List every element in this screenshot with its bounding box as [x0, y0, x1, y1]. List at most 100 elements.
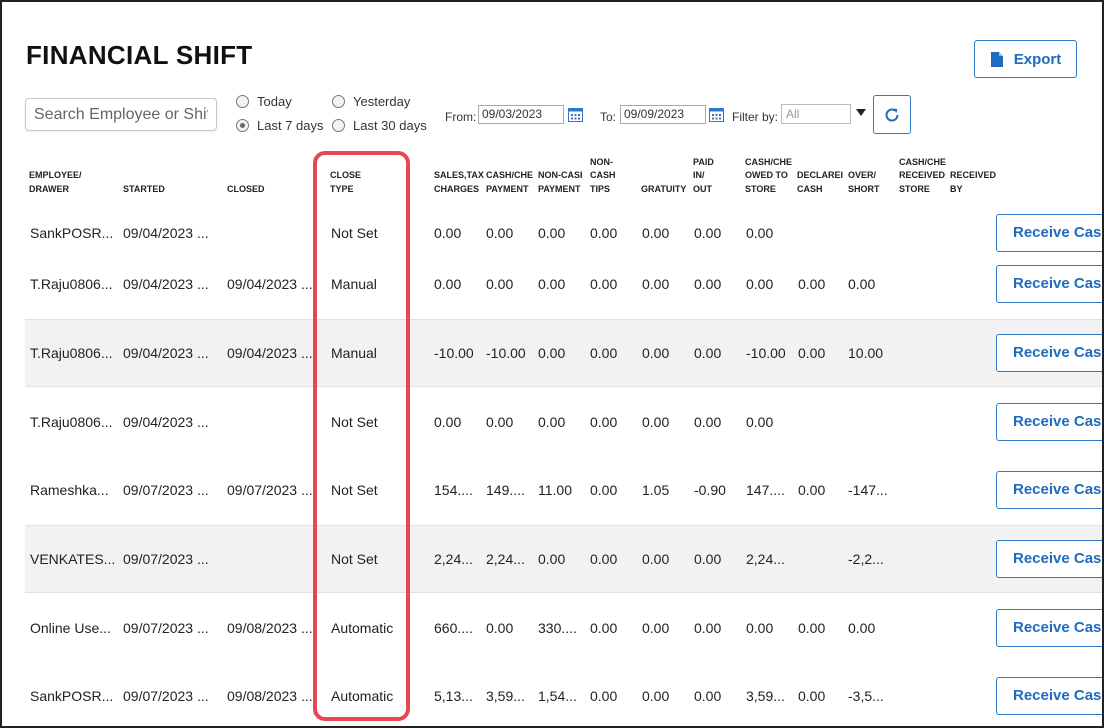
export-button[interactable]: Export — [974, 40, 1077, 78]
receive-cash-button[interactable]: Receive Cash — [996, 609, 1102, 647]
cell-noncash-payment: 0.00 — [538, 414, 566, 430]
file-icon — [990, 51, 1003, 67]
cell-noncash-payment: 0.00 — [538, 551, 566, 567]
column-header: RECEIVED BY — [950, 169, 1000, 196]
cell-paid-inout: -0.90 — [694, 482, 726, 498]
receive-cash-button[interactable]: Receive Cash — [996, 471, 1102, 509]
cell-noncash-payment: 330.... — [538, 620, 577, 636]
cell-cash-owed: 0.00 — [746, 414, 774, 430]
cell-started: 09/04/2023 ... — [123, 414, 209, 430]
cell-cash-payment: 2,24... — [486, 551, 525, 567]
column-header-line: BY — [950, 183, 963, 194]
filter-select[interactable]: All — [781, 104, 851, 124]
cell-close-type: Not Set — [331, 482, 378, 498]
cell-paid-inout: 0.00 — [694, 225, 722, 241]
column-header: DECLAREI CASH — [797, 169, 847, 196]
cell-started: 09/04/2023 ... — [123, 225, 209, 241]
radio-yesterday[interactable]: Yesterday — [332, 94, 410, 109]
column-header: NON-CASI PAYMENT — [538, 169, 589, 196]
cell-closed: 09/04/2023 ... — [227, 345, 313, 361]
column-header: PAID IN/OUT — [693, 156, 744, 197]
calendar-icon[interactable] — [709, 107, 724, 122]
column-header-line: PAYMENT — [538, 183, 581, 194]
cell-close-type: Manual — [331, 276, 377, 292]
receive-cash-button[interactable]: Receive Cash — [996, 403, 1102, 441]
cell-paid-inout: 0.00 — [694, 414, 722, 430]
cell-paid-inout: 0.00 — [694, 345, 722, 361]
refresh-icon — [885, 108, 899, 121]
cell-sales: 0.00 — [434, 276, 462, 292]
column-header-line: GRATUITY — [641, 183, 687, 194]
cell-cash-payment: 0.00 — [486, 620, 514, 636]
receive-cash-button[interactable]: Receive Cash — [996, 334, 1102, 372]
filter-by-label: Filter by: — [732, 110, 779, 124]
cell-close-type: Not Set — [331, 225, 378, 241]
column-header-line: NON- — [590, 156, 613, 167]
column-header-line: STARTED — [123, 183, 165, 194]
cell-started: 09/04/2023 ... — [123, 345, 209, 361]
cell-started: 09/07/2023 ... — [123, 688, 209, 704]
cell-gratuity: 0.00 — [642, 620, 670, 636]
cell-noncash-tips: 0.00 — [590, 688, 618, 704]
cell-employee: T.Raju0806... — [30, 276, 113, 292]
radio-last-30-days[interactable]: Last 30 days — [332, 118, 427, 133]
cell-started: 09/04/2023 ... — [123, 276, 209, 292]
cell-close-type: Manual — [331, 345, 377, 361]
column-header: EMPLOYEE/DRAWER — [29, 169, 119, 196]
cell-declared: 0.00 — [798, 688, 826, 704]
column-header-line: EMPLOYEE/ — [29, 170, 82, 180]
cell-noncash-tips: 0.00 — [590, 551, 618, 567]
from-date-input[interactable]: 09/03/2023 — [478, 105, 564, 124]
cell-employee: VENKATES... — [30, 551, 116, 567]
cell-gratuity: 0.00 — [642, 225, 670, 241]
to-label: To: — [600, 110, 617, 124]
cell-closed: 09/04/2023 ... — [227, 276, 313, 292]
column-header-line: RECEIVED — [899, 170, 946, 180]
cell-cash-owed: 0.00 — [746, 276, 774, 292]
cell-sales: 2,24... — [434, 551, 473, 567]
column-header-line: CASH/CHE — [899, 156, 947, 167]
column-header: CLOSED — [227, 183, 327, 197]
to-date-input[interactable]: 09/09/2023 — [620, 105, 706, 124]
receive-cash-button[interactable]: Receive Cash — [996, 265, 1102, 303]
column-header-line: IN/ — [693, 170, 705, 180]
cell-paid-inout: 0.00 — [694, 620, 722, 636]
radio-label: Last 7 days — [257, 118, 324, 133]
calendar-icon[interactable] — [568, 107, 583, 122]
chevron-down-icon[interactable] — [856, 109, 866, 116]
column-header-line: CLOSE — [330, 170, 362, 180]
radio-last-7-days[interactable]: Last 7 days — [236, 118, 324, 133]
cell-over-short: 0.00 — [848, 276, 876, 292]
column-header: STARTED — [123, 183, 223, 197]
column-header: CASH/CHE PAYMENT — [486, 169, 537, 196]
cell-declared: 0.00 — [798, 620, 826, 636]
cell-noncash-tips: 0.00 — [590, 276, 618, 292]
cell-cash-payment: 3,59... — [486, 688, 525, 704]
cell-close-type: Not Set — [331, 551, 378, 567]
cell-paid-inout: 0.00 — [694, 551, 722, 567]
cell-employee: T.Raju0806... — [30, 345, 113, 361]
cell-sales: 0.00 — [434, 414, 462, 430]
column-header-line: TIPS — [590, 183, 611, 194]
cell-close-type: Not Set — [331, 414, 378, 430]
radio-today[interactable]: Today — [236, 94, 292, 109]
column-header-line: OWED TO — [745, 170, 788, 180]
column-header-line: SHORT — [848, 183, 880, 194]
refresh-button[interactable] — [873, 95, 911, 134]
cell-declared: 0.00 — [798, 345, 826, 361]
receive-cash-button[interactable]: Receive Cash — [996, 540, 1102, 578]
search-input[interactable] — [25, 98, 217, 131]
cell-noncash-tips: 0.00 — [590, 482, 618, 498]
column-header-line: PAYMENT — [486, 183, 529, 194]
cell-employee: T.Raju0806... — [30, 414, 113, 430]
cell-gratuity: 0.00 — [642, 688, 670, 704]
cell-sales: 0.00 — [434, 225, 462, 241]
receive-cash-button[interactable]: Receive Cash — [996, 677, 1102, 715]
column-header: CLOSE TYPE — [330, 169, 420, 196]
radio-label: Today — [257, 94, 292, 109]
cell-cash-payment: 0.00 — [486, 414, 514, 430]
column-header: OVER/SHORT — [848, 169, 898, 196]
cell-started: 09/07/2023 ... — [123, 482, 209, 498]
receive-cash-button[interactable]: Receive Cash — [996, 214, 1102, 252]
cell-started: 09/07/2023 ... — [123, 620, 209, 636]
